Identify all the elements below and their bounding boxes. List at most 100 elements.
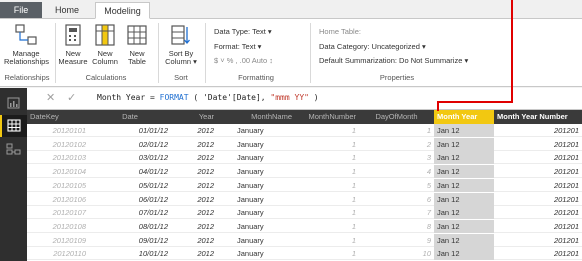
cell-monthname[interactable]: January: [217, 220, 295, 233]
cell-month-year[interactable]: Jan 12: [434, 206, 494, 220]
cell-dayofmonth[interactable]: 7: [359, 206, 434, 219]
table-row[interactable]: 20120108 08/01/12 2012 January 1 8 Jan 12 20120…: [27, 219, 582, 233]
tab-modeling[interactable]: Modeling: [95, 2, 150, 19]
home-table-dropdown[interactable]: Home Table:: [319, 27, 361, 36]
cell-year[interactable]: 2012: [171, 124, 217, 137]
cell-date[interactable]: 09/01/12: [89, 234, 171, 247]
column-header-month-year[interactable]: Month Year: [434, 110, 494, 124]
table-row[interactable]: 20120106 06/01/12 2012 January 1 6 Jan 12 20120…: [27, 192, 582, 206]
cell-month-year[interactable]: Jan 12: [434, 178, 494, 192]
cell-monthnumber[interactable]: 1: [295, 220, 359, 233]
cell-monthnumber[interactable]: 1: [295, 206, 359, 219]
cell-monthname[interactable]: January: [217, 124, 295, 137]
cell-datekey[interactable]: 20120110: [27, 247, 89, 260]
table-row[interactable]: 20120102 02/01/12 2012 January 1 2 Jan 12 20120…: [27, 137, 582, 151]
cell-year[interactable]: 2012: [171, 206, 217, 219]
commit-formula-icon[interactable]: ✓: [67, 91, 76, 104]
cell-monthname[interactable]: January: [217, 151, 295, 164]
cell-monthnumber[interactable]: 1: [295, 193, 359, 206]
cell-year[interactable]: 2012: [171, 247, 217, 260]
cell-monthname[interactable]: January: [217, 138, 295, 151]
column-header-datekey[interactable]: DateKey: [27, 110, 89, 124]
cell-month-year-number[interactable]: 201201: [494, 165, 582, 178]
cell-year[interactable]: 2012: [171, 165, 217, 178]
table-row[interactable]: 20120104 04/01/12 2012 January 1 4 Jan 12 20120…: [27, 165, 582, 179]
cell-month-year-number[interactable]: 201201: [494, 206, 582, 219]
cell-date[interactable]: 07/01/12: [89, 206, 171, 219]
table-row[interactable]: 20120109 09/01/12 2012 January 1 9 Jan 12 20120…: [27, 233, 582, 247]
cell-dayofmonth[interactable]: 5: [359, 179, 434, 192]
column-header-date[interactable]: Date: [89, 110, 171, 124]
cell-year[interactable]: 2012: [171, 151, 217, 164]
cell-month-year-number[interactable]: 201201: [494, 151, 582, 164]
cell-monthnumber[interactable]: 1: [295, 138, 359, 151]
cell-date[interactable]: 10/01/12: [89, 247, 171, 260]
cell-datekey[interactable]: 20120106: [27, 193, 89, 206]
data-category-dropdown[interactable]: Data Category: Uncategorized ▾: [319, 42, 426, 51]
cell-date[interactable]: 01/01/12: [89, 124, 171, 137]
cell-year[interactable]: 2012: [171, 179, 217, 192]
cell-date[interactable]: 04/01/12: [89, 165, 171, 178]
cell-monthnumber[interactable]: 1: [295, 165, 359, 178]
cell-month-year[interactable]: Jan 12: [434, 124, 494, 137]
cell-month-year[interactable]: Jan 12: [434, 233, 494, 247]
format-dropdown[interactable]: Format: Text ▾: [214, 42, 261, 51]
cell-dayofmonth[interactable]: 2: [359, 138, 434, 151]
table-row[interactable]: 20120107 07/01/12 2012 January 1 7 Jan 12 20120…: [27, 206, 582, 220]
cell-monthnumber[interactable]: 1: [295, 151, 359, 164]
cell-monthname[interactable]: January: [217, 179, 295, 192]
cell-date[interactable]: 06/01/12: [89, 193, 171, 206]
cell-month-year[interactable]: Jan 12: [434, 165, 494, 179]
cell-month-year[interactable]: Jan 12: [434, 192, 494, 206]
cell-date[interactable]: 03/01/12: [89, 151, 171, 164]
table-row[interactable]: 20120110 10/01/12 2012 January 1 10 Jan 12 2012…: [27, 247, 582, 261]
cancel-formula-icon[interactable]: ✕: [46, 91, 55, 104]
table-row[interactable]: 20120101 01/01/12 2012 January 1 1 Jan 12 20120…: [27, 124, 582, 137]
cell-datekey[interactable]: 20120104: [27, 165, 89, 178]
cell-month-year-number[interactable]: 201201: [494, 220, 582, 233]
cell-year[interactable]: 2012: [171, 220, 217, 233]
table-row[interactable]: 20120103 03/01/12 2012 January 1 3 Jan 12 20120…: [27, 151, 582, 165]
cell-year[interactable]: 2012: [171, 193, 217, 206]
cell-monthname[interactable]: January: [217, 247, 295, 260]
cell-datekey[interactable]: 20120103: [27, 151, 89, 164]
cell-dayofmonth[interactable]: 1: [359, 124, 434, 137]
new-measure-button[interactable]: New Measure: [58, 23, 88, 66]
cell-monthnumber[interactable]: 1: [295, 124, 359, 137]
cell-month-year[interactable]: Jan 12: [434, 137, 494, 151]
cell-dayofmonth[interactable]: 9: [359, 234, 434, 247]
data-view-button[interactable]: [0, 115, 27, 137]
column-header-year[interactable]: Year: [171, 110, 217, 124]
cell-monthname[interactable]: January: [217, 165, 295, 178]
cell-dayofmonth[interactable]: 10: [359, 247, 434, 260]
cell-monthnumber[interactable]: 1: [295, 234, 359, 247]
cell-year[interactable]: 2012: [171, 138, 217, 151]
data-type-dropdown[interactable]: Data Type: Text ▾: [214, 27, 272, 36]
cell-month-year-number[interactable]: 201201: [494, 193, 582, 206]
cell-monthnumber[interactable]: 1: [295, 247, 359, 260]
cell-year[interactable]: 2012: [171, 234, 217, 247]
default-summarization-dropdown[interactable]: Default Summarization: Do Not Summarize …: [319, 56, 468, 65]
cell-month-year-number[interactable]: 201201: [494, 138, 582, 151]
cell-monthname[interactable]: January: [217, 234, 295, 247]
cell-dayofmonth[interactable]: 3: [359, 151, 434, 164]
cell-month-year-number[interactable]: 201201: [494, 234, 582, 247]
cell-dayofmonth[interactable]: 6: [359, 193, 434, 206]
cell-monthname[interactable]: January: [217, 193, 295, 206]
formula-input[interactable]: Month Year = FORMAT ( 'Date'[Date], "mmm…: [97, 93, 319, 102]
cell-month-year-number[interactable]: 201201: [494, 179, 582, 192]
cell-dayofmonth[interactable]: 8: [359, 220, 434, 233]
tab-file[interactable]: File: [0, 2, 42, 18]
new-column-button[interactable]: New Column: [90, 23, 120, 66]
cell-datekey[interactable]: 20120107: [27, 206, 89, 219]
cell-month-year[interactable]: Jan 12: [434, 151, 494, 165]
column-header-monthnumber[interactable]: MonthNumber: [295, 110, 359, 124]
table-row[interactable]: 20120105 05/01/12 2012 January 1 5 Jan 12 20120…: [27, 178, 582, 192]
cell-datekey[interactable]: 20120108: [27, 220, 89, 233]
cell-month-year[interactable]: Jan 12: [434, 247, 494, 261]
cell-datekey[interactable]: 20120101: [27, 124, 89, 137]
new-table-button[interactable]: New Table: [122, 23, 152, 66]
column-header-dayofmonth[interactable]: DayOfMonth: [359, 110, 434, 124]
cell-date[interactable]: 05/01/12: [89, 179, 171, 192]
report-view-button[interactable]: [0, 92, 27, 114]
